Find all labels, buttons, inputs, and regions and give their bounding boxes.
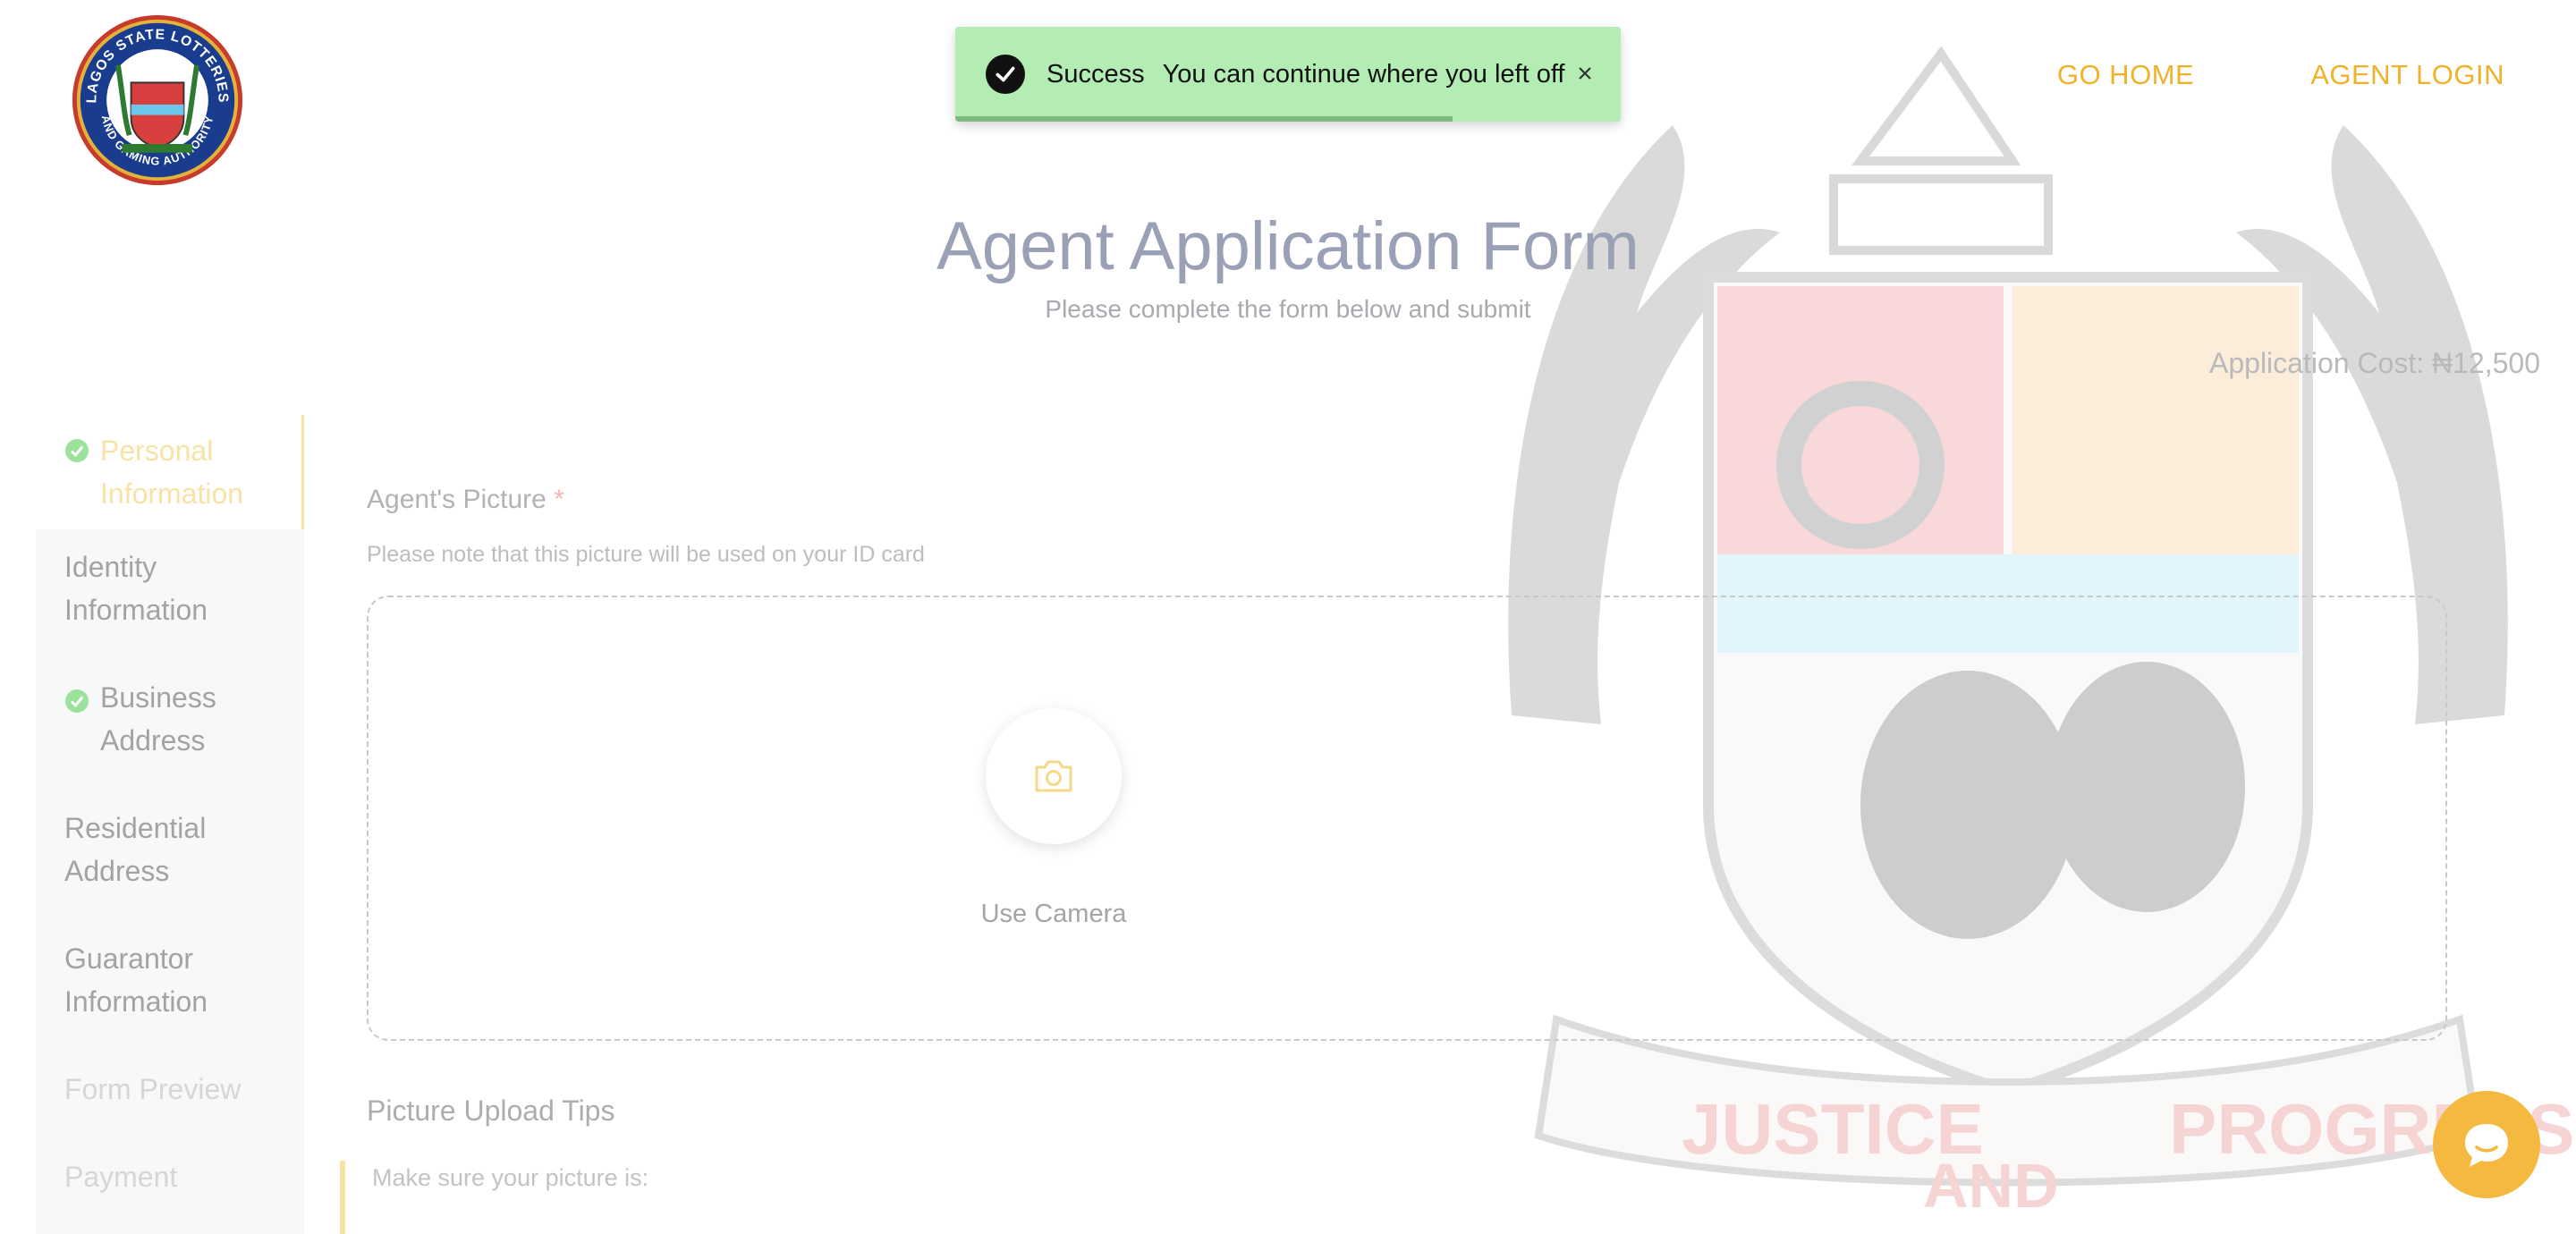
toast-progress-bar xyxy=(955,116,1453,122)
tips-title: Picture Upload Tips xyxy=(367,1095,615,1127)
agent-picture-label: Agent's Picture * xyxy=(367,485,564,515)
page-subtitle: Please complete the form below and submi… xyxy=(1045,295,1531,323)
tips-intro: Make sure your picture is: xyxy=(372,1164,649,1191)
step-residential-address[interactable]: Residential Address xyxy=(36,807,304,905)
step-payment: Payment xyxy=(36,1155,304,1205)
check-circle-icon xyxy=(65,689,89,713)
step-label-line2: Information xyxy=(64,985,208,1018)
success-toast: Success You can continue where you left … xyxy=(955,27,1621,122)
required-mark: * xyxy=(554,485,564,514)
step-label-line2: Information xyxy=(100,478,244,510)
use-camera-label: Use Camera xyxy=(980,900,1127,928)
application-cost: Application Cost: ₦12,500 xyxy=(2209,347,2540,379)
step-guarantor-information[interactable]: Guarantor Information xyxy=(36,937,304,1035)
step-form-preview: Form Preview xyxy=(36,1068,304,1118)
motto-mid-text: AND xyxy=(1923,1151,2059,1221)
step-label-line1: Form Preview xyxy=(64,1073,242,1105)
step-label-line2: Address xyxy=(100,724,206,756)
step-sidebar: Personal Information Identity Informatio… xyxy=(36,415,304,1234)
step-label-line1: Guarantor xyxy=(64,942,194,975)
camera-icon xyxy=(1035,760,1072,792)
picture-dropzone[interactable]: Use Camera xyxy=(367,596,2447,1041)
tips-accent-bar xyxy=(340,1161,345,1234)
motto-left-text: JUSTICE xyxy=(1682,1089,1984,1169)
step-label-line1: Residential xyxy=(64,812,207,844)
step-personal-information[interactable]: Personal Information xyxy=(36,415,304,529)
top-nav: GO HOME AGENT LOGIN xyxy=(2057,59,2504,91)
step-label-line2: Information xyxy=(64,594,208,626)
picture-note: Please note that this picture will be us… xyxy=(367,542,925,567)
step-business-address[interactable]: Business Address xyxy=(36,676,304,774)
chat-widget-button[interactable] xyxy=(2433,1091,2540,1198)
page-title: Agent Application Form xyxy=(936,208,1640,284)
step-label-line1: Payment xyxy=(64,1161,178,1193)
toast-title: Success xyxy=(1046,59,1145,89)
check-circle-icon xyxy=(65,439,89,462)
check-circle-icon xyxy=(986,55,1025,94)
agent-picture-label-text: Agent's Picture xyxy=(367,485,547,514)
chat-bubble-icon xyxy=(2465,1124,2508,1167)
lslga-logo[interactable]: LAGOS STATE LOTTERIES AND GAMING AUTHORI… xyxy=(70,13,245,188)
go-home-link[interactable]: GO HOME xyxy=(2057,59,2194,91)
toast-message: You can continue where you left off xyxy=(1162,59,1565,89)
step-label-line2: Address xyxy=(64,855,170,887)
step-label-line1: Personal xyxy=(100,435,214,467)
close-icon[interactable] xyxy=(1569,57,1601,89)
step-label-line1: Business xyxy=(100,681,216,714)
step-identity-information[interactable]: Identity Information xyxy=(36,545,304,644)
agent-login-link[interactable]: AGENT LOGIN xyxy=(2310,59,2504,91)
step-label-line1: Identity xyxy=(64,551,157,583)
use-camera-button[interactable] xyxy=(986,708,1122,844)
